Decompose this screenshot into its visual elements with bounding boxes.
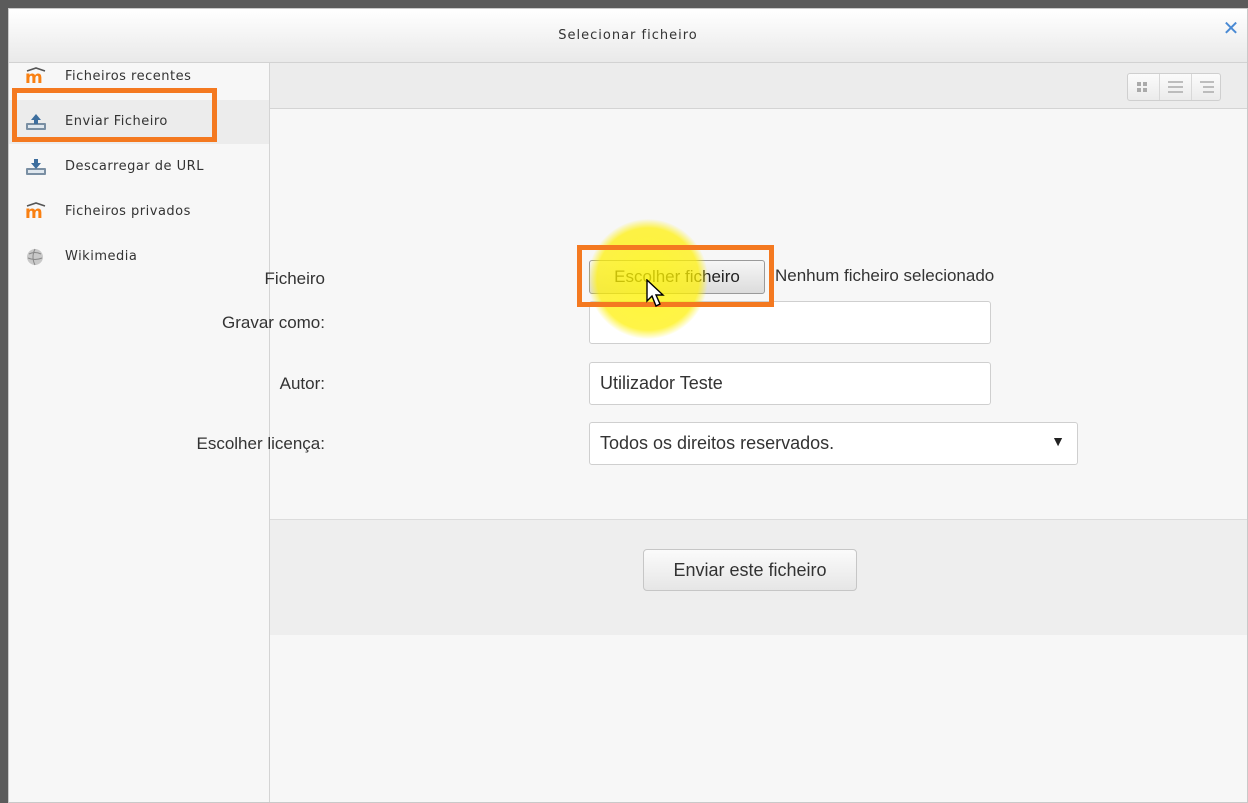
chevron-down-icon: ▼ — [1051, 433, 1065, 449]
author-row: Autor: Utilizador Teste — [270, 362, 1247, 406]
sidebar-item-private-files[interactable]: m Ficheiros privados — [9, 190, 269, 234]
sidebar-item-label: Enviar Ficheiro — [65, 114, 168, 129]
license-row: Escolher licença: Todos os direitos rese… — [196, 422, 1247, 466]
file-label: Ficheiro — [264, 269, 325, 288]
upload-panel: Ficheiro Escolher ficheiro Nenhum fichei… — [196, 63, 1247, 802]
view-switcher — [1127, 73, 1221, 101]
author-label: Autor: — [279, 374, 325, 393]
wikimedia-icon — [25, 247, 45, 267]
upload-this-file-button[interactable]: Enviar este ficheiro — [643, 549, 857, 591]
sidebar-item-label: Ficheiros privados — [65, 204, 191, 219]
icon-view-button[interactable] — [1128, 74, 1159, 100]
grid-icon — [1137, 82, 1147, 92]
view-toolbar — [270, 63, 1247, 109]
license-label: Escolher licença: — [196, 434, 325, 453]
download-url-icon — [25, 157, 46, 177]
file-picker-dialog: Selecionar ficheiro ✕ m Ficheiros recent… — [8, 8, 1248, 803]
tree-view-button[interactable] — [1191, 74, 1223, 100]
list-icon — [1168, 81, 1183, 93]
saveas-label: Gravar como: — [222, 313, 325, 332]
dialog-title: Selecionar ficheiro — [558, 28, 698, 43]
choose-file-button[interactable]: Escolher ficheiro — [589, 260, 765, 294]
saveas-input[interactable] — [589, 301, 991, 344]
upload-icon — [25, 112, 46, 132]
license-selected-value: Todos os direitos reservados. — [600, 433, 835, 453]
close-icon[interactable]: ✕ — [1221, 18, 1241, 38]
license-select[interactable]: Todos os direitos reservados. ▼ — [589, 422, 1078, 465]
saveas-row: Gravar como: — [222, 301, 1247, 345]
moodle-icon: m — [25, 202, 46, 223]
sidebar-item-upload-file[interactable]: Enviar Ficheiro — [9, 100, 269, 144]
list-view-button[interactable] — [1159, 74, 1191, 100]
sidebar-item-label: Descarregar de URL — [65, 159, 204, 174]
file-row: Ficheiro Escolher ficheiro Nenhum fichei… — [265, 260, 1247, 304]
moodle-icon: m — [25, 67, 46, 88]
sidebar-item-recent-files[interactable]: m Ficheiros recentes — [9, 55, 269, 99]
file-status-text: Nenhum ficheiro selecionado — [775, 266, 995, 285]
repository-sidebar: m Ficheiros recentes Enviar Ficheiro Des… — [9, 63, 270, 802]
sidebar-item-wikimedia[interactable]: Wikimedia — [9, 235, 269, 279]
sidebar-item-label: Ficheiros recentes — [65, 69, 192, 84]
tree-icon — [1200, 81, 1214, 93]
author-input[interactable]: Utilizador Teste — [589, 362, 991, 405]
sidebar-item-label: Wikimedia — [65, 249, 138, 264]
form-footer: Enviar este ficheiro — [270, 519, 1247, 635]
sidebar-item-download-url[interactable]: Descarregar de URL — [9, 145, 269, 189]
